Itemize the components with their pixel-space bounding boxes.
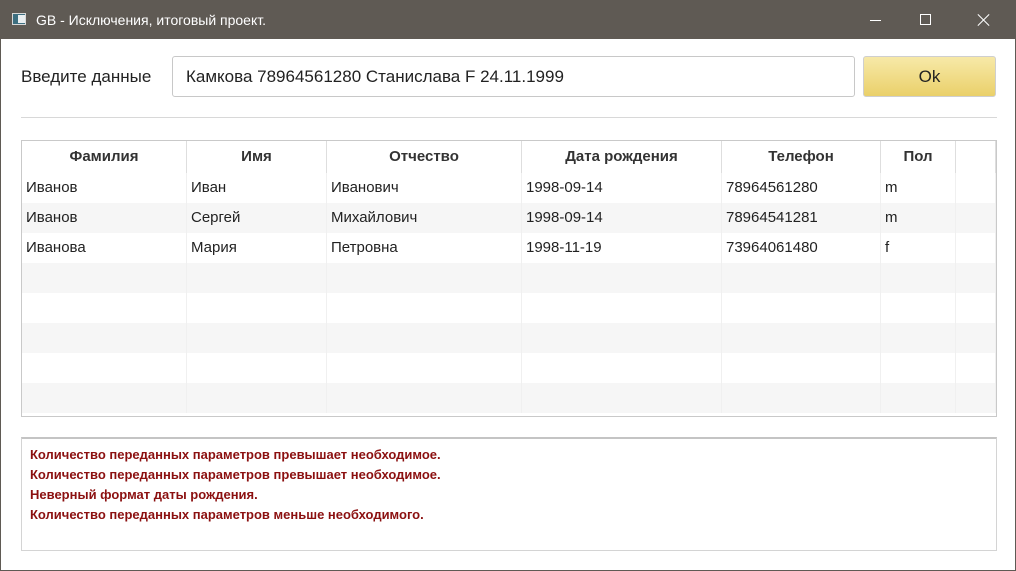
empty-cell bbox=[722, 353, 881, 383]
cell-patronymic: Иванович bbox=[327, 173, 522, 203]
column-header-phone[interactable]: Телефон bbox=[722, 141, 881, 173]
cell-filler bbox=[956, 173, 996, 203]
empty-cell bbox=[327, 383, 522, 413]
empty-cell bbox=[187, 293, 327, 323]
empty-cell bbox=[22, 323, 187, 353]
empty-table-row bbox=[22, 263, 996, 293]
empty-cell bbox=[956, 263, 996, 293]
empty-cell bbox=[722, 263, 881, 293]
empty-cell bbox=[187, 383, 327, 413]
empty-table-row bbox=[22, 383, 996, 413]
empty-cell bbox=[722, 323, 881, 353]
title-bar[interactable]: GB - Исключения, итоговый проект. bbox=[1, 1, 1015, 39]
cell-gender: f bbox=[881, 233, 956, 263]
data-input[interactable] bbox=[172, 56, 855, 97]
empty-cell bbox=[522, 353, 722, 383]
empty-cell bbox=[881, 263, 956, 293]
empty-table-row bbox=[22, 293, 996, 323]
minimize-button[interactable] bbox=[853, 1, 899, 39]
empty-cell bbox=[956, 353, 996, 383]
table-header: Фамилия Имя Отчество Дата рождения Телеф… bbox=[22, 141, 996, 173]
cell-first-name: Мария bbox=[187, 233, 327, 263]
empty-cell bbox=[22, 263, 187, 293]
empty-cell bbox=[187, 353, 327, 383]
empty-cell bbox=[187, 263, 327, 293]
cell-last-name: Иванов bbox=[22, 203, 187, 233]
error-message: Неверный формат даты рождения. bbox=[30, 487, 258, 502]
empty-table-row bbox=[22, 353, 996, 383]
empty-cell bbox=[522, 263, 722, 293]
error-message: Количество переданных параметров превыша… bbox=[30, 467, 441, 482]
cell-gender: m bbox=[881, 173, 956, 203]
empty-cell bbox=[327, 263, 522, 293]
empty-cell bbox=[522, 323, 722, 353]
column-header-gender[interactable]: Пол bbox=[881, 141, 956, 173]
cell-birth-date: 1998-11-19 bbox=[522, 233, 722, 263]
cell-birth-date: 1998-09-14 bbox=[522, 203, 722, 233]
cell-last-name: Иванов bbox=[22, 173, 187, 203]
cell-patronymic: Петровна bbox=[327, 233, 522, 263]
empty-cell bbox=[881, 383, 956, 413]
empty-cell bbox=[327, 293, 522, 323]
empty-table-row bbox=[22, 323, 996, 353]
cell-filler bbox=[956, 203, 996, 233]
column-header-last-name[interactable]: Фамилия bbox=[22, 141, 187, 173]
input-label: Введите данные bbox=[21, 67, 152, 86]
empty-cell bbox=[956, 323, 996, 353]
error-message: Количество переданных параметров меньше … bbox=[30, 507, 424, 522]
empty-cell bbox=[956, 383, 996, 413]
empty-cell bbox=[327, 323, 522, 353]
cell-phone: 73964061480 bbox=[722, 233, 881, 263]
empty-cell bbox=[327, 353, 522, 383]
error-message: Количество переданных параметров превыша… bbox=[30, 447, 441, 462]
cell-patronymic: Михайлович bbox=[327, 203, 522, 233]
table-row[interactable]: Иванов Иван Иванович 1998-09-14 78964561… bbox=[22, 173, 996, 203]
minimize-icon bbox=[870, 20, 881, 21]
table-body: Иванов Иван Иванович 1998-09-14 78964561… bbox=[22, 173, 996, 413]
cell-phone: 78964561280 bbox=[722, 173, 881, 203]
empty-cell bbox=[22, 383, 187, 413]
empty-cell bbox=[881, 353, 956, 383]
table-row[interactable]: Иванова Мария Петровна 1998-11-19 739640… bbox=[22, 233, 996, 263]
column-header-filler bbox=[956, 141, 996, 173]
cell-first-name: Сергей bbox=[187, 203, 327, 233]
close-button[interactable] bbox=[961, 1, 1007, 39]
empty-cell bbox=[722, 383, 881, 413]
maximize-button[interactable] bbox=[902, 1, 948, 39]
cell-phone: 78964541281 bbox=[722, 203, 881, 233]
cell-filler bbox=[956, 233, 996, 263]
cell-birth-date: 1998-09-14 bbox=[522, 173, 722, 203]
empty-cell bbox=[956, 293, 996, 323]
empty-cell bbox=[522, 383, 722, 413]
column-header-patronymic[interactable]: Отчество bbox=[327, 141, 522, 173]
cell-gender: m bbox=[881, 203, 956, 233]
cell-first-name: Иван bbox=[187, 173, 327, 203]
people-table[interactable]: Фамилия Имя Отчество Дата рождения Телеф… bbox=[21, 140, 997, 417]
cell-last-name: Иванова bbox=[22, 233, 187, 263]
ok-button[interactable]: Ok bbox=[863, 56, 996, 97]
separator bbox=[21, 117, 997, 118]
table-row[interactable]: Иванов Сергей Михайлович 1998-09-14 7896… bbox=[22, 203, 996, 233]
empty-cell bbox=[722, 293, 881, 323]
window-title: GB - Исключения, итоговый проект. bbox=[36, 12, 266, 28]
empty-cell bbox=[522, 293, 722, 323]
error-log-area[interactable]: Количество переданных параметров превыша… bbox=[21, 437, 997, 551]
empty-cell bbox=[881, 293, 956, 323]
column-header-birth-date[interactable]: Дата рождения bbox=[522, 141, 722, 173]
app-window-icon bbox=[12, 13, 26, 25]
empty-cell bbox=[187, 323, 327, 353]
empty-cell bbox=[22, 293, 187, 323]
column-header-first-name[interactable]: Имя bbox=[187, 141, 327, 173]
empty-cell bbox=[881, 323, 956, 353]
empty-cell bbox=[22, 353, 187, 383]
maximize-icon bbox=[920, 14, 931, 25]
app-window: GB - Исключения, итоговый проект. Введит… bbox=[0, 0, 1016, 571]
